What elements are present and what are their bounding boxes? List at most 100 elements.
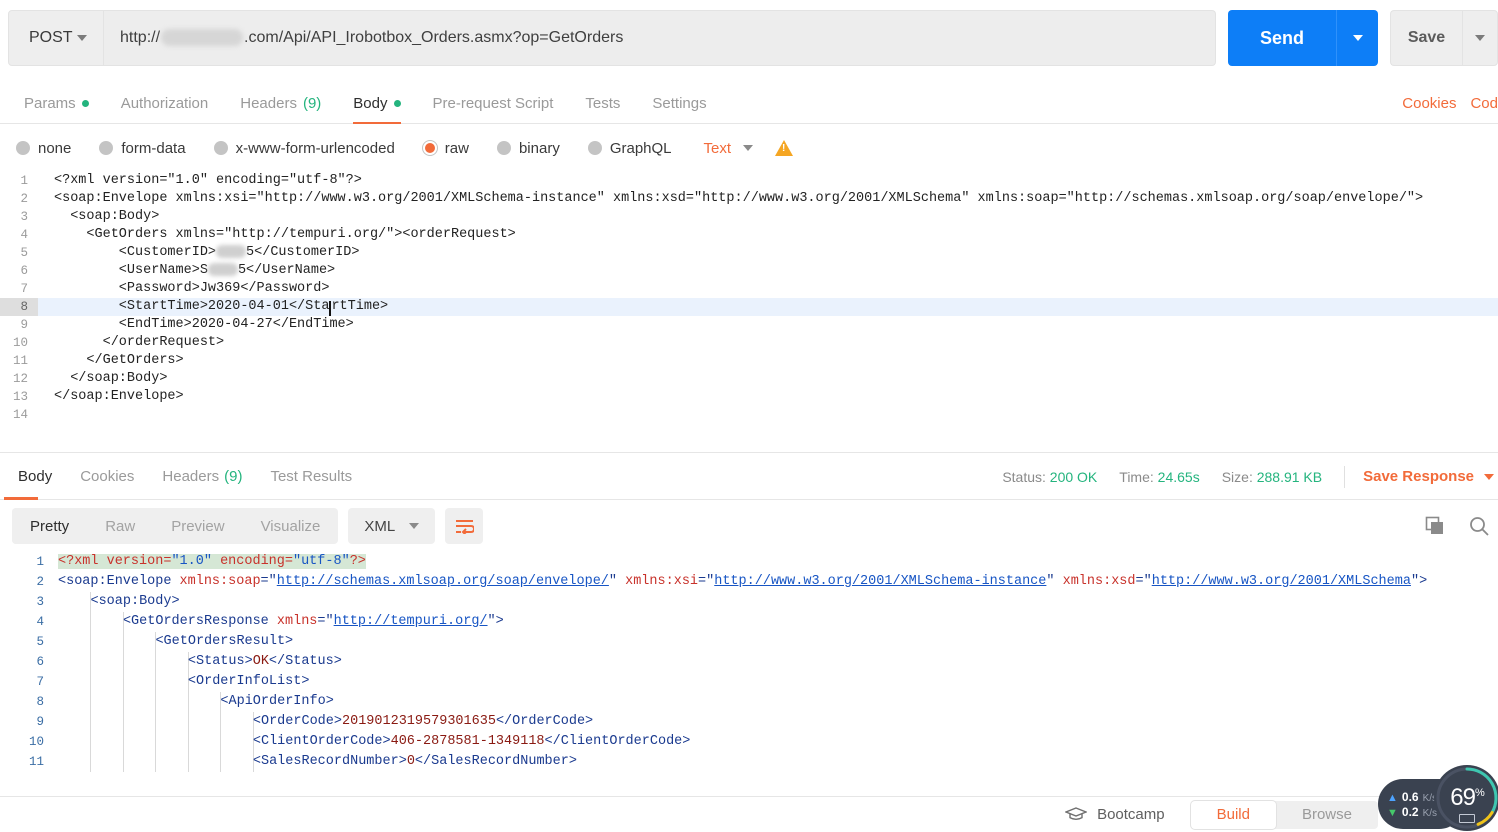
- line-number: 14: [12, 408, 28, 422]
- code-token: <soap:Body>: [90, 594, 180, 609]
- body-type-binary[interactable]: binary: [496, 140, 560, 157]
- http-method-value: POST: [29, 29, 73, 46]
- warning-icon[interactable]: [775, 140, 794, 156]
- url-text: http:// .com/Api/API_Irobotbox_Orders.asm…: [120, 29, 623, 47]
- tab-label: Cookies: [80, 467, 135, 485]
- line-text: <GetOrders xmlns="http://tempuri.org/"><…: [54, 227, 516, 242]
- code-token: http://tempuri.org/: [333, 614, 488, 629]
- code-token: 406-2878581-1349118: [390, 734, 545, 749]
- request-tab-settings[interactable]: Settings: [636, 95, 722, 123]
- time-value: 24.65s: [1157, 468, 1200, 485]
- line-number: 1: [20, 174, 28, 188]
- request-tab-authorization[interactable]: Authorization: [105, 95, 225, 123]
- bootcamp-button[interactable]: Bootcamp: [1065, 806, 1165, 823]
- body-type-graphql[interactable]: GraphQL: [587, 140, 672, 157]
- send-options-button[interactable]: [1336, 10, 1378, 66]
- wrap-lines-button[interactable]: [445, 508, 484, 544]
- response-tab-headers[interactable]: Headers (9): [148, 453, 256, 500]
- request-tab-tests[interactable]: Tests: [569, 95, 636, 123]
- response-code-line: 7 <OrderInfoList>: [0, 672, 1498, 692]
- radio-icon: [587, 141, 602, 155]
- save-response-button[interactable]: Save Response: [1363, 468, 1494, 485]
- request-tab-params[interactable]: Params: [8, 95, 105, 123]
- line-text: <soap:Envelope xmlns:xsi="http://www.w3.…: [54, 191, 1424, 206]
- save-options-button[interactable]: [1462, 10, 1498, 66]
- code-token: [211, 554, 221, 569]
- url-input[interactable]: http:// .com/Api/API_Irobotbox_Orders.asm…: [104, 10, 1216, 66]
- response-format-select[interactable]: XML: [348, 508, 436, 544]
- line-number: 6: [36, 655, 44, 669]
- code-token: <OrderInfoList>: [187, 674, 310, 689]
- request-code-line: 11 </GetOrders>: [0, 352, 1498, 370]
- line-number: 13: [12, 390, 28, 404]
- code-token: <GetOrdersResponse: [122, 614, 277, 629]
- body-type-none[interactable]: none: [16, 140, 71, 157]
- line-text: <?xml version="1.0" encoding="utf-8"?>: [58, 552, 366, 572]
- code-token: http://www.w3.org/2001/XMLSchema: [1151, 574, 1411, 589]
- response-code-line: 2 <soap:Envelope xmlns:soap="http://schem…: [0, 572, 1498, 592]
- http-method-select[interactable]: POST: [8, 10, 104, 66]
- body-type-form-data[interactable]: form-data: [99, 140, 186, 157]
- link-cod[interactable]: Cod: [1470, 95, 1498, 112]
- tab-label: Body: [353, 95, 388, 112]
- line-number: 5: [36, 635, 44, 649]
- line-number: 6: [20, 264, 28, 278]
- body-type-x-www-form-urlencoded[interactable]: x-www-form-urlencoded: [213, 140, 395, 157]
- line-text: </soap:Body>: [54, 371, 168, 386]
- code-token: xmlns:xsi: [625, 574, 699, 589]
- request-code-line: 2 <soap:Envelope xmlns:xsi="http://www.w3…: [0, 190, 1498, 208]
- code-token: http://www.w3.org/2001/XMLSchema-instanc…: [714, 574, 1047, 589]
- chevron-down-icon: [743, 145, 754, 151]
- response-tab-test-results[interactable]: Test Results: [256, 453, 366, 500]
- line-text: <GetOrdersResult>: [58, 632, 293, 652]
- tab-label: Params: [24, 95, 76, 112]
- tab-count: (9): [302, 95, 322, 112]
- code-token: </SalesRecordNumber>: [414, 754, 577, 769]
- view-mode-pretty[interactable]: Pretty: [12, 508, 88, 544]
- raw-format-value: Text: [703, 139, 732, 157]
- view-mode-raw[interactable]: Raw: [87, 508, 153, 544]
- copy-button[interactable]: [1424, 515, 1446, 537]
- redacted-host: [161, 29, 244, 47]
- view-mode-preview[interactable]: Preview: [153, 508, 242, 544]
- code-token: version: [106, 554, 164, 569]
- build-browse-toggle: Build Browse: [1190, 800, 1378, 829]
- body-type-label: raw: [444, 139, 469, 157]
- request-tab-pre-request-script[interactable]: Pre-request Script: [417, 95, 570, 123]
- response-body-viewer[interactable]: 1 <?xml version="1.0" encoding="utf-8"?> 2…: [0, 552, 1498, 777]
- code-token: "1.0": [171, 554, 212, 569]
- line-text: <EndTime>2020-04-27</EndTime>: [54, 317, 354, 332]
- line-text: <UserName>S 5</UserName>: [54, 262, 336, 278]
- save-button[interactable]: Save: [1390, 10, 1462, 66]
- send-button[interactable]: Send: [1228, 10, 1336, 66]
- mode-browse[interactable]: Browse: [1276, 801, 1378, 829]
- request-body-editor[interactable]: 1 <?xml version="1.0" encoding="utf-8"?> 2…: [0, 172, 1498, 452]
- code-token: =": [260, 574, 277, 589]
- response-view-modes: Pretty Raw Preview Visualize: [12, 508, 339, 544]
- line-text: </GetOrders>: [54, 353, 184, 368]
- mode-build[interactable]: Build: [1190, 800, 1276, 829]
- response-tab-cookies[interactable]: Cookies: [66, 453, 148, 500]
- response-toolbar-actions: [1424, 500, 1490, 552]
- search-button[interactable]: [1468, 515, 1490, 537]
- request-tab-headers[interactable]: Headers (9): [224, 95, 337, 123]
- response-tab-body[interactable]: Body: [4, 453, 66, 500]
- request-tab-body[interactable]: Body: [337, 95, 416, 124]
- line-text: <CustomerID> 5</CustomerID>: [54, 244, 360, 260]
- code-token: </OrderCode>: [495, 714, 594, 729]
- body-type-raw[interactable]: raw: [422, 139, 469, 157]
- tab-label: Settings: [652, 95, 707, 112]
- line-number: 3: [36, 595, 44, 609]
- code-token: <SalesRecordNumber>: [252, 754, 407, 769]
- response-meta: Status: 200 OK Time: 24.65s Size: 288.91…: [1002, 453, 1498, 500]
- view-mode-visualize[interactable]: Visualize: [243, 508, 339, 544]
- chevron-down-icon: [409, 523, 420, 529]
- line-number: 2: [20, 192, 28, 206]
- raw-format-select[interactable]: Text: [704, 140, 754, 157]
- link-cookies[interactable]: Cookies: [1402, 95, 1456, 112]
- request-code-line: 8 <StartTime>2020-04-01</Sta rtTime>: [0, 298, 1498, 316]
- code-token: =": [698, 574, 715, 589]
- response-header-bar: Body Cookies Headers (9) Test Results Status…: [0, 452, 1498, 500]
- url-prefix: http://: [120, 29, 161, 46]
- line-text: <OrderInfoList>: [58, 672, 310, 692]
